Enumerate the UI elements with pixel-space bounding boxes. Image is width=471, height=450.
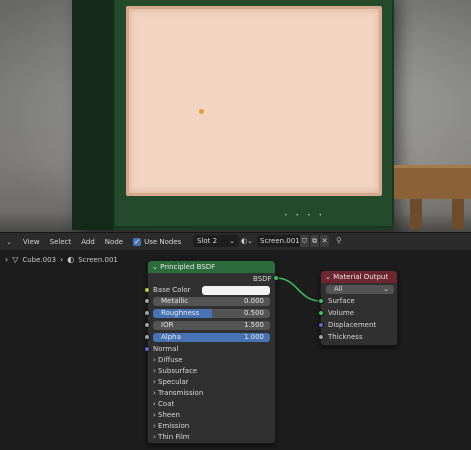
duplicate-material-icon[interactable]: ⧉ bbox=[309, 235, 319, 247]
ior-field[interactable]: IOR 1.500 bbox=[153, 321, 270, 330]
fake-user-shield-icon[interactable]: ⛉ bbox=[299, 235, 309, 247]
volume-socket[interactable] bbox=[318, 310, 324, 316]
metallic-socket[interactable] bbox=[144, 298, 150, 304]
metallic-value: 0.000 bbox=[243, 297, 264, 305]
output-target-value: All bbox=[334, 285, 343, 293]
alpha-socket[interactable] bbox=[144, 334, 150, 340]
menu-view[interactable]: View bbox=[18, 233, 45, 251]
surface-label: Surface bbox=[328, 297, 355, 305]
ior-value: 1.500 bbox=[243, 321, 264, 329]
panel-label: Coat bbox=[158, 400, 175, 408]
panel-sheen[interactable]: › Sheen bbox=[153, 411, 180, 419]
panel-label: Subsurface bbox=[158, 367, 198, 375]
chevron-right-icon: › bbox=[5, 255, 9, 264]
panel-label: Specular bbox=[158, 378, 189, 386]
monitor-side bbox=[72, 0, 114, 230]
chevron-down-icon: ⌄ bbox=[229, 237, 235, 245]
panel-label: Transmission bbox=[158, 389, 204, 397]
displacement-label: Displacement bbox=[328, 321, 377, 329]
surface-socket[interactable] bbox=[318, 298, 324, 304]
roughness-field[interactable]: Roughness 0.500 bbox=[153, 309, 270, 318]
output-node-title: Material Output bbox=[333, 273, 389, 281]
use-nodes-toggle[interactable]: ✓ Use Nodes bbox=[128, 233, 186, 251]
panel-diffuse[interactable]: › Diffuse bbox=[153, 356, 183, 364]
chevron-right-icon: › bbox=[153, 367, 156, 375]
ior-label: IOR bbox=[161, 321, 174, 329]
object-origin-icon bbox=[199, 109, 204, 114]
chevron-right-icon: › bbox=[60, 255, 64, 264]
metallic-field[interactable]: Metallic 0.000 bbox=[153, 297, 270, 306]
output-node-header[interactable]: ⌄ Material Output bbox=[321, 271, 397, 283]
normal-label: Normal bbox=[153, 345, 179, 353]
material-name-label: Screen.001 bbox=[260, 237, 300, 245]
chevron-right-icon: › bbox=[153, 411, 156, 419]
collapse-chevron-down-icon[interactable]: ⌄ bbox=[325, 273, 331, 281]
collapse-chevron-down-icon[interactable]: ⌄ bbox=[152, 263, 158, 271]
bsdf-node-title: Principled BSDF bbox=[160, 263, 216, 271]
displacement-socket[interactable] bbox=[318, 322, 324, 328]
wooden-shelf bbox=[394, 165, 471, 199]
panel-specular[interactable]: › Specular bbox=[153, 378, 189, 386]
menu-select[interactable]: Select bbox=[45, 233, 77, 251]
roughness-value: 0.500 bbox=[243, 309, 264, 317]
panel-subsurface[interactable]: › Subsurface bbox=[153, 367, 197, 375]
material-browse-icon[interactable]: ◐⌄ bbox=[241, 235, 257, 247]
menu-node[interactable]: Node bbox=[100, 233, 128, 251]
panel-label: Diffuse bbox=[158, 356, 183, 364]
bsdf-output-label: BSDF bbox=[253, 275, 272, 283]
editor-type-chevron-down-icon[interactable]: ⌄ bbox=[0, 233, 18, 251]
shelf-leg bbox=[452, 199, 464, 229]
alpha-label: Alpha bbox=[161, 333, 181, 341]
mesh-object-icon: ▽ bbox=[12, 255, 19, 264]
breadcrumb-material[interactable]: Screen.001 bbox=[78, 256, 118, 264]
monitor-screen[interactable] bbox=[126, 6, 382, 196]
panel-emission[interactable]: › Emission bbox=[153, 422, 189, 430]
menu-add[interactable]: Add bbox=[76, 233, 100, 251]
base-color-swatch[interactable] bbox=[202, 286, 270, 295]
bezel-buttons: •••• bbox=[284, 212, 331, 219]
volume-label: Volume bbox=[328, 309, 355, 317]
chevron-right-icon: › bbox=[153, 400, 156, 408]
metallic-label: Metallic bbox=[161, 297, 189, 305]
panel-label: Sheen bbox=[158, 411, 180, 419]
chevron-right-icon: › bbox=[153, 422, 156, 430]
use-nodes-label: Use Nodes bbox=[144, 237, 182, 246]
roughness-label: Roughness bbox=[161, 309, 200, 317]
material-name-field[interactable]: Screen.001 bbox=[257, 235, 300, 247]
shelf-leg bbox=[410, 199, 422, 229]
chevron-right-icon: › bbox=[153, 378, 156, 386]
material-icon: ◐ bbox=[67, 255, 75, 264]
breadcrumb-object[interactable]: Cube.003 bbox=[22, 256, 56, 264]
chevron-right-icon: › bbox=[153, 389, 156, 397]
thickness-label: Thickness bbox=[328, 333, 363, 341]
panel-transmission[interactable]: › Transmission bbox=[153, 389, 203, 397]
panel-coat[interactable]: › Coat bbox=[153, 400, 174, 408]
panel-thin-film[interactable]: › Thin Film bbox=[153, 433, 190, 441]
base-color-socket[interactable] bbox=[144, 287, 150, 293]
bsdf-node-header[interactable]: ⌄ Principled BSDF bbox=[148, 261, 275, 273]
unlink-close-icon[interactable]: ✕ bbox=[319, 235, 329, 247]
normal-socket[interactable] bbox=[144, 346, 150, 352]
breadcrumb: › ▽ Cube.003 › ◐ Screen.001 bbox=[5, 255, 118, 264]
alpha-field[interactable]: Alpha 1.000 bbox=[153, 333, 270, 342]
chevron-right-icon: › bbox=[153, 433, 156, 441]
roughness-socket[interactable] bbox=[144, 310, 150, 316]
slot-selector[interactable]: Slot 2 ⌄ bbox=[193, 235, 239, 247]
pin-icon[interactable]: ⚲ bbox=[336, 235, 346, 247]
panel-label: Thin Film bbox=[158, 433, 190, 441]
bsdf-output-socket[interactable] bbox=[273, 275, 279, 281]
checkmark-icon[interactable]: ✓ bbox=[133, 237, 142, 246]
alpha-value: 1.000 bbox=[243, 333, 264, 341]
chevron-right-icon: › bbox=[153, 356, 156, 364]
output-target-select[interactable]: All ⌄ bbox=[326, 285, 394, 294]
chevron-down-icon: ⌄ bbox=[383, 285, 389, 293]
thickness-socket[interactable] bbox=[318, 334, 324, 340]
panel-label: Emission bbox=[158, 422, 190, 430]
base-color-label: Base Color bbox=[153, 286, 191, 294]
slot-label: Slot 2 bbox=[197, 237, 218, 245]
ior-socket[interactable] bbox=[144, 322, 150, 328]
